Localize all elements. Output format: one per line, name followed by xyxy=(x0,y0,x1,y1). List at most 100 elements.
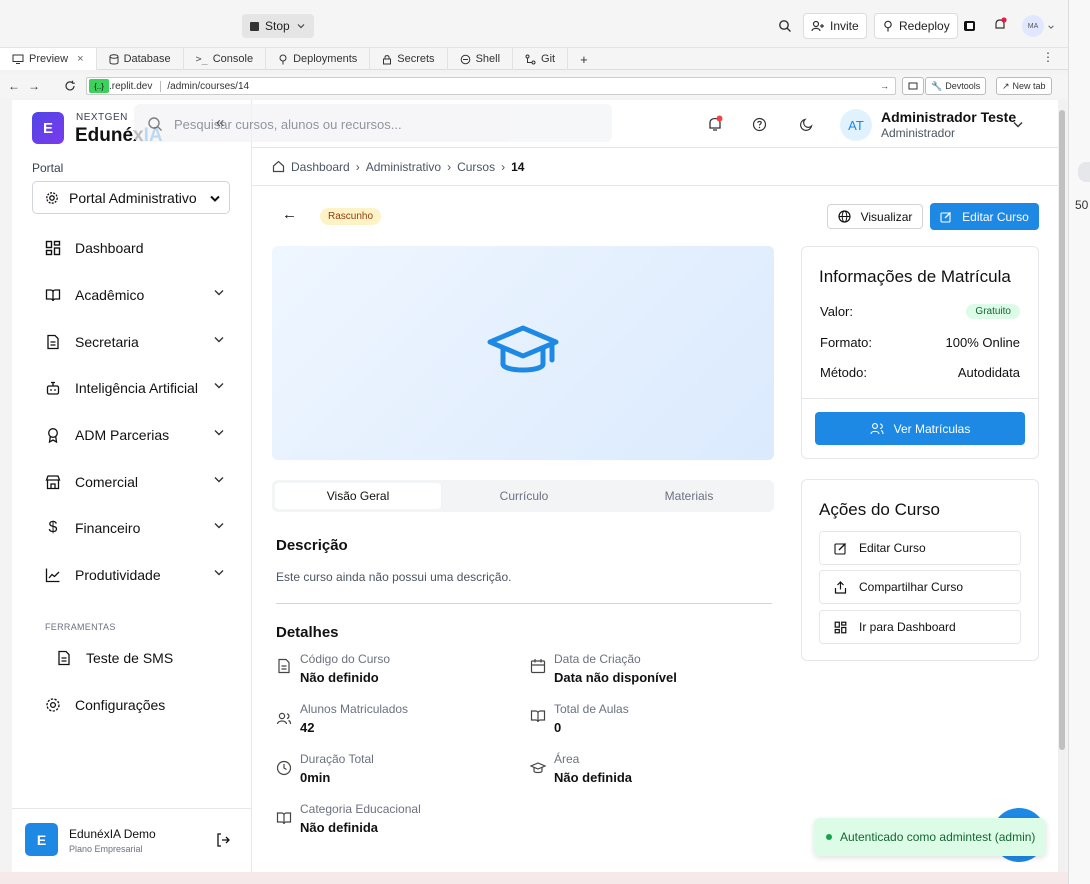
dashboard-icon xyxy=(45,240,61,256)
scrollbar-thumb[interactable] xyxy=(1059,110,1065,750)
notification-bell-icon[interactable] xyxy=(992,17,1008,33)
enrollment-format-row: Formato: 100% Online xyxy=(820,335,1020,350)
tab-secrets[interactable]: Secrets xyxy=(370,48,448,70)
sidebar-item-secretaria[interactable]: Secretaria xyxy=(45,330,225,354)
actions-title: Ações do Curso xyxy=(819,500,940,519)
popout-button[interactable] xyxy=(902,77,924,95)
brand-logo: E xyxy=(32,112,64,144)
help-circle-icon[interactable] xyxy=(752,117,767,132)
chevron-down-icon[interactable] xyxy=(1012,120,1024,130)
sidebar: E NEXTGEN EdunéxIA Portal Portal Adminis… xyxy=(12,100,252,872)
new-tab-label: New tab xyxy=(1012,81,1046,91)
logout-icon[interactable] xyxy=(215,832,231,848)
detail-value: Não definido xyxy=(300,670,379,685)
user-name[interactable]: Administrador Teste xyxy=(881,109,1016,125)
method-value: Autodidata xyxy=(957,365,1020,380)
notification-bell-icon[interactable] xyxy=(706,115,724,133)
edit-course-button[interactable]: Editar Curso xyxy=(930,203,1039,230)
avatar[interactable]: AT xyxy=(840,109,872,141)
user-avatar[interactable]: MA xyxy=(1022,15,1044,37)
more-icon[interactable]: ⋮ xyxy=(1042,50,1054,64)
sidebar-item-label: Financeiro xyxy=(75,520,141,536)
new-tab-button[interactable]: ↗ New tab xyxy=(996,77,1052,95)
side-toggle[interactable] xyxy=(1078,162,1090,182)
description-heading: Descrição xyxy=(276,537,348,554)
edit-course-action-button[interactable]: Editar Curso xyxy=(819,531,1021,565)
search-input[interactable]: Pesquisar cursos, alunos ou recursos... xyxy=(174,117,402,132)
tab-curriculo[interactable]: Currículo xyxy=(441,483,607,509)
detail-area: Área Não definida xyxy=(530,752,632,785)
window-toggle-icon[interactable] xyxy=(962,18,978,34)
detail-label: Total de Aulas xyxy=(554,702,629,716)
git-icon xyxy=(525,54,536,64)
sidebar-item-adm-parcerias[interactable]: ADM Parcerias xyxy=(45,423,225,447)
sidebar-item-dashboard[interactable]: Dashboard xyxy=(45,236,225,260)
description-text: Este curso ainda não possui uma descriçã… xyxy=(276,570,512,584)
users-icon xyxy=(276,712,292,725)
scrollbar[interactable] xyxy=(1058,100,1066,872)
view-enrollments-button[interactable]: Ver Matrículas xyxy=(815,412,1025,445)
view-enrollments-label: Ver Matrículas xyxy=(893,421,971,436)
user-role: Administrador xyxy=(881,126,956,140)
sidebar-item-produtividade[interactable]: Produtividade xyxy=(45,563,225,587)
reload-icon[interactable] xyxy=(64,80,76,92)
sidebar-item-configuracoes[interactable]: Configurações xyxy=(45,693,225,717)
breadcrumb-administrativo[interactable]: Administrativo xyxy=(366,160,441,174)
tab-git[interactable]: Git xyxy=(513,48,569,70)
tab-materiais[interactable]: Materiais xyxy=(607,483,771,509)
tab-preview[interactable]: Preview × xyxy=(0,48,97,70)
enrollment-title: Informações de Matrícula xyxy=(819,267,1011,286)
devtools-button[interactable]: 🔧 Devtools xyxy=(925,77,987,95)
external-link-icon: ↗ xyxy=(1002,80,1010,91)
view-button-label: Visualizar xyxy=(860,209,913,224)
back-arrow-icon[interactable]: ← xyxy=(282,206,297,223)
chevron-down-icon[interactable] xyxy=(1047,23,1055,31)
tab-label: Deployments xyxy=(293,53,358,65)
close-icon[interactable]: × xyxy=(77,53,83,65)
tab-database[interactable]: Database xyxy=(97,48,184,70)
view-button[interactable]: Visualizar xyxy=(827,204,923,229)
replit-top-bar: Stop Invite Redeploy MA xyxy=(0,0,1068,48)
chevron-down-icon xyxy=(214,383,224,389)
brand-tagline: NEXTGEN xyxy=(76,112,128,123)
app-window: E NEXTGEN EdunéxIA Portal Portal Adminis… xyxy=(12,100,1058,872)
tab-console[interactable]: >_ Console xyxy=(184,48,267,70)
tab-label: Preview xyxy=(29,53,69,65)
clock-icon xyxy=(276,760,292,776)
redeploy-button[interactable]: Redeploy xyxy=(874,13,958,39)
url-path: /admin/courses/14 xyxy=(160,80,249,92)
portal-label: Portal xyxy=(32,161,64,175)
tab-shell[interactable]: Shell xyxy=(448,48,514,70)
share-course-button[interactable]: Compartilhar Curso xyxy=(819,570,1021,604)
sidebar-item-financeiro[interactable]: $ Financeiro xyxy=(45,516,225,540)
invite-button[interactable]: Invite xyxy=(803,13,867,39)
breadcrumb-dashboard[interactable]: Dashboard xyxy=(291,160,350,174)
forward-arrow-icon[interactable]: → xyxy=(28,79,40,93)
tab-deployments[interactable]: Deployments xyxy=(266,48,371,70)
breadcrumb-cursos[interactable]: Cursos xyxy=(457,160,495,174)
sidebar-item-inteligencia-artificial[interactable]: Inteligência Artificial xyxy=(45,376,225,400)
detail-label: Código do Curso xyxy=(300,652,391,666)
tab-visao-geral[interactable]: Visão Geral xyxy=(275,483,441,509)
workspace-tab-bar: Preview × Database >_ Console Deployment… xyxy=(0,48,1068,70)
new-tab-plus-icon[interactable]: + xyxy=(568,48,600,70)
sidebar-item-teste-sms[interactable]: Teste de SMS xyxy=(56,646,236,670)
collapse-sidebar-icon[interactable]: « xyxy=(216,114,224,131)
url-field[interactable]: {..} .replit.dev /admin/courses/14 → xyxy=(86,77,896,95)
portal-select[interactable]: Portal Administrativo xyxy=(32,181,230,214)
chevron-down-icon xyxy=(214,523,224,529)
search-box[interactable]: Pesquisar cursos, alunos ou recursos... xyxy=(134,104,612,142)
moon-icon[interactable] xyxy=(799,117,814,132)
breadcrumb-current: 14 xyxy=(511,159,525,174)
sidebar-item-comercial[interactable]: Comercial xyxy=(45,470,225,494)
back-arrow-icon[interactable]: ← xyxy=(8,79,20,93)
go-to-dashboard-button[interactable]: Ir para Dashboard xyxy=(819,610,1021,644)
toast-text: Autenticado como admintest (admin) xyxy=(840,830,1036,844)
detail-value: 42 xyxy=(300,720,315,735)
detail-value: Data não disponível xyxy=(554,670,677,685)
sidebar-item-academico[interactable]: Acadêmico xyxy=(45,283,225,307)
wrench-icon: 🔧 xyxy=(931,80,943,91)
go-arrow-icon[interactable]: → xyxy=(880,81,889,91)
stop-button[interactable]: Stop xyxy=(242,14,314,38)
search-icon[interactable] xyxy=(778,19,792,33)
